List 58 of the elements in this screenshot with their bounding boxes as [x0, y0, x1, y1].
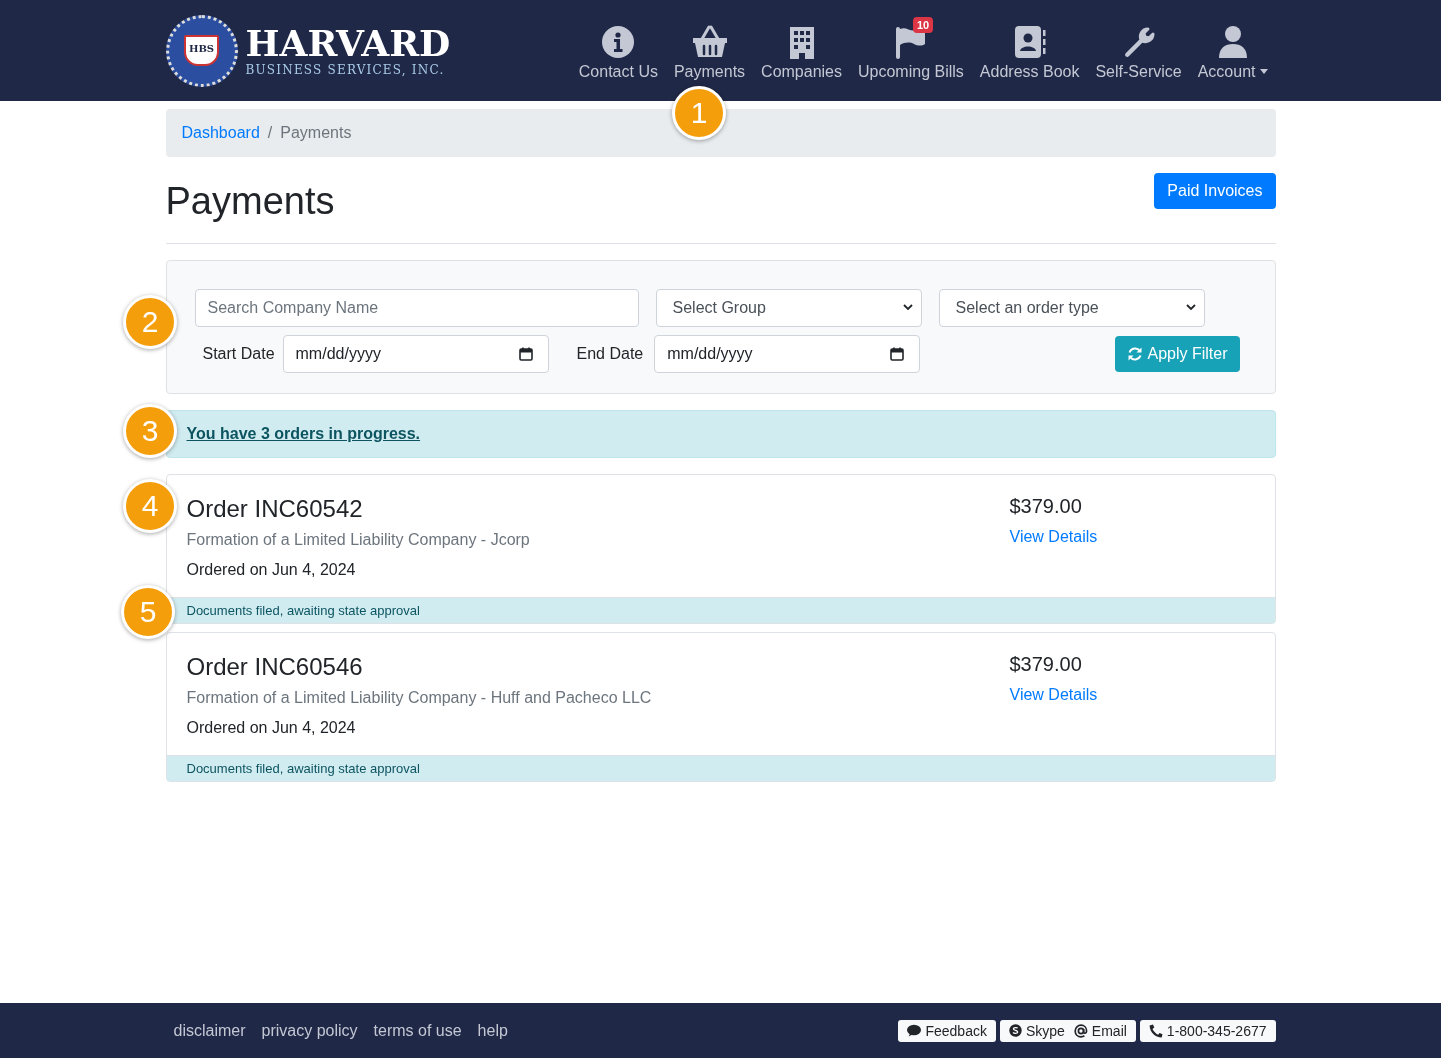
address-book-icon — [1013, 24, 1046, 59]
group-select[interactable]: Select Group — [655, 288, 922, 327]
nav-link[interactable]: Account — [1189, 20, 1276, 81]
calendar-icon — [890, 346, 905, 361]
date-label: End Date — [576, 344, 644, 363]
order-type-select[interactable]: Select an order type — [938, 288, 1205, 327]
phone-icon — [1148, 1023, 1163, 1038]
footer-link[interactable]: terms of use — [373, 1021, 462, 1040]
order-description: Formation of a Limited Liability Company - Jcorp — [186, 530, 531, 549]
page-title: Payments — [165, 179, 335, 224]
building-icon — [788, 24, 815, 59]
nav-link[interactable]: Payments — [665, 20, 754, 81]
breadcrumb-separator: / — [267, 124, 273, 142]
date-label: Start Date — [202, 344, 275, 363]
chevron-down-icon — [902, 304, 913, 312]
order-price: $379.00 — [1009, 494, 1083, 518]
contact-button[interactable]: 1-800-345-2677 — [1139, 1019, 1276, 1042]
orders-in-progress-link[interactable]: You have 3 orders in progress. — [186, 424, 421, 442]
calendar-icon — [518, 346, 533, 361]
order-status: Documents filed, awaiting state approval — [166, 754, 1275, 781]
date-field[interactable]: mm/dd/yyyy — [282, 334, 549, 373]
nav-link[interactable]: Address Book — [971, 20, 1088, 81]
footer-link[interactable]: privacy policy — [261, 1021, 358, 1040]
info-icon — [601, 24, 636, 59]
step-marker: 3 — [123, 404, 177, 458]
brand-subtitle: BUSINESS SERVICES, INC. — [245, 62, 446, 77]
order-title: Order INC60546 — [186, 652, 364, 681]
date-field[interactable]: mm/dd/yyyy — [654, 334, 921, 373]
order-date: Ordered on Jun 4, 2024 — [186, 718, 357, 737]
user-icon — [1216, 24, 1249, 59]
nav-link[interactable]: Contact Us — [570, 20, 666, 81]
paid-invoices-button[interactable]: Paid Invoices — [1154, 173, 1276, 209]
step-marker: 5 — [121, 585, 175, 639]
breadcrumb-current: Payments — [280, 124, 352, 142]
refresh-icon — [1127, 345, 1144, 362]
step-marker: 4 — [123, 479, 177, 533]
search-field[interactable]: Search Company Name — [194, 288, 639, 327]
step-marker: 2 — [123, 295, 177, 349]
nav-link[interactable]: Companies — [753, 20, 850, 81]
order-title: Order INC60542 — [186, 494, 364, 523]
order-description: Formation of a Limited Liability Company - Huff and Pacheco LLC — [186, 688, 653, 707]
order-price: $379.00 — [1009, 652, 1083, 676]
basket-icon — [690, 24, 729, 59]
order-date: Ordered on Jun 4, 2024 — [186, 560, 357, 579]
chevron-down-icon — [1185, 304, 1196, 312]
view-details-link[interactable]: View Details — [1009, 685, 1098, 703]
skype-icon — [1008, 1024, 1022, 1037]
at-sign-icon — [1073, 1023, 1088, 1038]
contact-button[interactable]: Feedback — [898, 1019, 996, 1042]
notification-badge: 10 — [912, 16, 934, 33]
footer-link[interactable]: disclaimer — [173, 1021, 246, 1040]
brand-name: HARVARD — [245, 24, 451, 61]
seal-text: HBS — [183, 35, 220, 66]
view-details-link[interactable]: View Details — [1009, 527, 1098, 545]
nav-link[interactable]: Self-Service — [1087, 20, 1190, 81]
contact-button[interactable]: Skype Email — [999, 1019, 1136, 1042]
footer-link[interactable]: help — [477, 1021, 508, 1040]
speech-bubble-icon — [907, 1024, 922, 1037]
